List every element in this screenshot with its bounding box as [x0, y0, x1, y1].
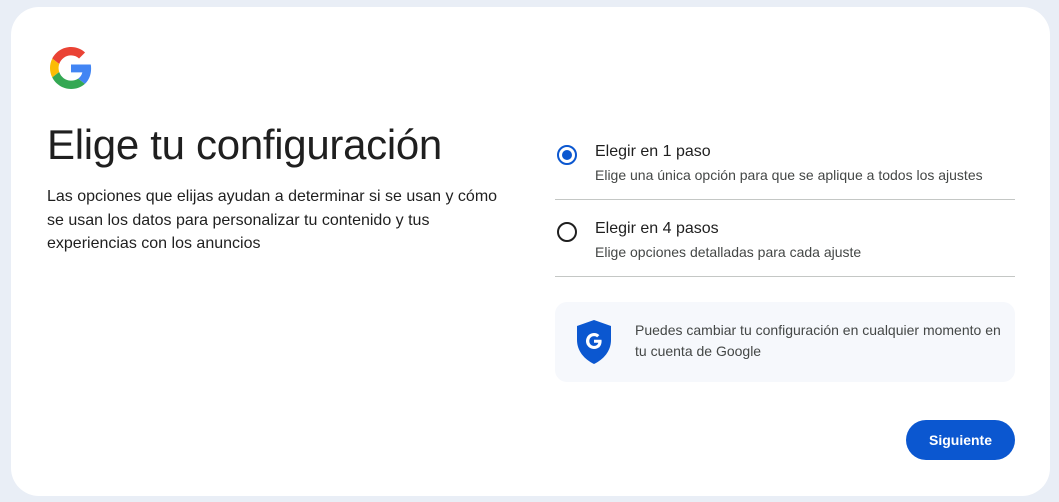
- option-title: Elegir en 1 paso: [595, 143, 711, 160]
- option-subtitle: Elige una única opción para que se apliq…: [595, 167, 983, 183]
- option-title: Elegir en 4 pasos: [595, 220, 719, 237]
- page-description: Las opciones que elijas ayudan a determi…: [47, 188, 498, 252]
- option-four-steps[interactable]: Elegir en 4 pasos Elige opciones detalla…: [555, 200, 1015, 277]
- option-subtitle: Elige opciones detalladas para cada ajus…: [595, 244, 862, 260]
- google-shield-icon: [577, 320, 611, 364]
- page-title: Elige tu configuración: [47, 121, 442, 168]
- settings-card: Elige tu configuración Las opciones que …: [11, 7, 1050, 496]
- config-options: Elegir en 1 paso Elige una única opción …: [555, 123, 1015, 277]
- option-one-step[interactable]: Elegir en 1 paso Elige una única opción …: [555, 123, 1015, 200]
- radio-four-steps[interactable]: [557, 222, 577, 242]
- info-box: Puedes cambiar tu configuración en cualq…: [555, 302, 1015, 382]
- next-button[interactable]: Siguiente: [906, 420, 1015, 460]
- radio-one-step[interactable]: [557, 145, 577, 165]
- info-text: Puedes cambiar tu configuración en cualq…: [635, 322, 1001, 359]
- google-g-icon: [50, 47, 92, 89]
